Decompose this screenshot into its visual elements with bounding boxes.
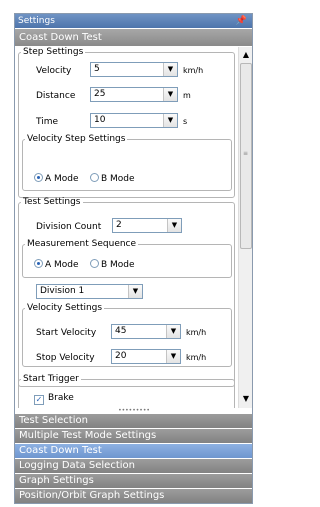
measurement-sequence-legend: Measurement Sequence [27,239,137,249]
panel-title: Settings [18,16,55,26]
distance-select[interactable]: 25 ▼ [90,87,178,102]
velocity-value: 5 [94,64,100,74]
stop-velocity-unit: km/h [186,353,207,362]
velocity-step-settings-legend: Velocity Step Settings [27,134,126,144]
division-select[interactable]: Division 1 ▼ [36,284,143,299]
radio-label: A Mode [45,174,79,184]
radio-unselected-icon [90,173,99,182]
time-select[interactable]: 10 ▼ [90,113,178,128]
chevron-down-icon[interactable]: ▼ [163,114,177,127]
division-count-value: 2 [116,220,122,230]
brake-checkbox[interactable]: ✓ Brake [34,393,74,405]
nav-logging-data-selection[interactable]: Logging Data Selection [15,458,252,473]
brake-label: Brake [48,393,74,403]
radio-unselected-icon [90,259,99,268]
nav-graph-settings[interactable]: Graph Settings [15,473,252,488]
velocity-settings-legend: Velocity Settings [27,303,103,313]
checkmark-icon: ✓ [34,395,44,405]
chevron-down-icon[interactable]: ▼ [167,219,181,232]
stop-velocity-value: 20 [115,351,127,361]
chevron-down-icon[interactable]: ▼ [166,350,180,363]
section-header[interactable]: Coast Down Test [15,29,252,46]
nav-coast-down-test[interactable]: Coast Down Test [15,443,252,458]
time-value: 10 [94,115,106,125]
time-label: Time [36,117,59,127]
settings-content: Step Settings Velocity 5 ▼ km/h Distance… [16,47,237,408]
distance-value: 25 [94,89,106,99]
sequence-a-mode-radio[interactable]: A Mode [34,259,79,271]
division-select-value: Division 1 [40,286,85,296]
start-velocity-value: 45 [115,326,127,336]
division-count-select[interactable]: 2 ▼ [112,218,182,233]
nav-position-orbit-graph-settings[interactable]: Position/Orbit Graph Settings [15,488,252,503]
test-settings-legend: Test Settings [23,197,81,207]
chevron-down-icon[interactable]: ▼ [163,88,177,101]
sequence-b-mode-radio[interactable]: B Mode [90,259,135,271]
scrollbar-thumb[interactable]: ≡ [240,63,252,249]
velocity-step-b-mode-radio[interactable]: B Mode [90,173,135,185]
velocity-unit: km/h [183,66,204,75]
start-velocity-select[interactable]: 45 ▼ [111,324,181,339]
start-velocity-label: Start Velocity [36,328,97,338]
pin-icon[interactable]: 📌 [236,14,247,28]
start-velocity-unit: km/h [186,328,207,337]
time-unit: s [183,117,188,126]
velocity-select[interactable]: 5 ▼ [90,62,178,77]
scroll-down-icon[interactable]: ▼ [240,392,252,406]
radio-selected-icon [34,259,43,268]
nav-test-selection[interactable]: Test Selection [15,413,252,428]
distance-label: Distance [36,91,76,101]
velocity-step-a-mode-radio[interactable]: A Mode [34,173,79,185]
radio-label: B Mode [101,174,135,184]
chevron-down-icon[interactable]: ▼ [128,285,142,298]
settings-panel: Settings 📌 Coast Down Test Step Settings… [14,13,253,504]
scroll-up-icon[interactable]: ▲ [240,48,252,62]
division-count-label: Division Count [36,222,102,232]
radio-label: A Mode [45,260,79,270]
grip-icon: ≡ [243,150,249,157]
vertical-scrollbar[interactable]: ▲ ≡ ▼ [238,47,252,408]
start-trigger-legend: Start Trigger [23,374,79,384]
nav-multiple-test-mode-settings[interactable]: Multiple Test Mode Settings [15,428,252,443]
chevron-down-icon[interactable]: ▼ [166,325,180,338]
velocity-label: Velocity [36,66,72,76]
stop-velocity-label: Stop Velocity [36,353,95,363]
radio-selected-icon [34,173,43,182]
panel-title-bar[interactable]: Settings 📌 [15,14,252,28]
radio-label: B Mode [101,260,135,270]
chevron-down-icon[interactable]: ▼ [163,63,177,76]
step-settings-legend: Step Settings [23,47,84,57]
stop-velocity-select[interactable]: 20 ▼ [111,349,181,364]
distance-unit: m [183,91,191,100]
